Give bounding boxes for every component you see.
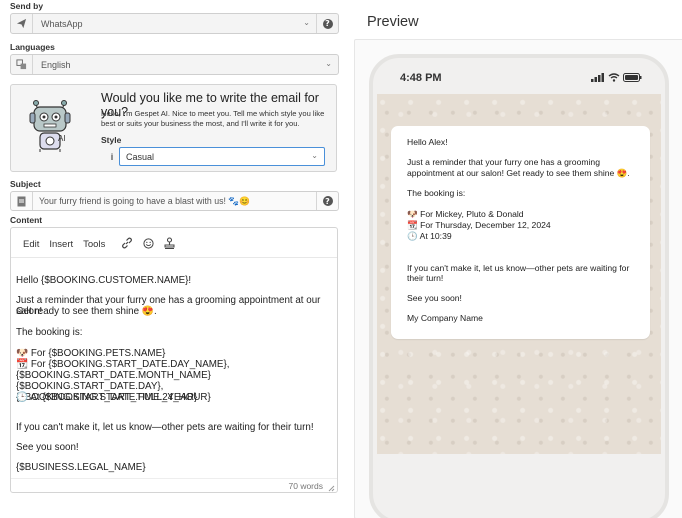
- message-line: their turn!: [407, 273, 444, 283]
- message-line: Hello Alex!: [407, 137, 448, 147]
- message-line: See you soon!: [407, 293, 462, 303]
- content-line: 🐶 For {$BOOKING.PETS.NAME}: [16, 348, 166, 359]
- message-bubble: Hello Alex! Just a reminder that your fu…: [391, 126, 650, 339]
- send-by-value: WhatsApp: [41, 18, 83, 29]
- style-label: Style: [101, 135, 122, 145]
- content-label: Content: [10, 215, 43, 225]
- link-icon[interactable]: [121, 237, 133, 252]
- style-value: Casual: [126, 151, 155, 162]
- subject-field[interactable]: Your furry friend is going to have a bla…: [10, 191, 339, 211]
- languages-select[interactable]: English ⌄: [10, 54, 339, 75]
- menu-insert[interactable]: Insert: [49, 239, 73, 250]
- status-icons: [591, 73, 642, 82]
- preview-title: Preview: [367, 14, 419, 30]
- robot-icon: AI: [26, 93, 74, 153]
- battery-icon: [623, 73, 642, 82]
- resize-handle-icon[interactable]: [328, 483, 335, 495]
- preview-frame: 4:48 PM Hello Alex! Just a reminder that…: [354, 39, 682, 518]
- content-line: 📆 For {$BOOKING.START_DATE.DAY_NAME},: [16, 359, 230, 370]
- robot-badge: AI: [58, 134, 66, 143]
- status-divider: [11, 478, 337, 479]
- subject-label: Subject: [10, 179, 41, 189]
- stamp-icon[interactable]: [164, 237, 175, 252]
- message-line: 🐶 For Mickey, Pluto & Donald: [407, 209, 524, 219]
- chevron-down-icon: ⌄: [311, 151, 318, 160]
- menu-edit[interactable]: Edit: [23, 239, 39, 250]
- message-line: appointment at our salon! Get ready to s…: [407, 168, 630, 178]
- content-line: Hello {$BOOKING.CUSTOMER.NAME}!: [16, 275, 192, 286]
- ai-writer-panel: AI Would you like me to write the email …: [10, 84, 337, 172]
- subject-value: Your furry friend is going to have a bla…: [39, 195, 251, 206]
- message-line: 🕒 At 10:39: [407, 231, 452, 241]
- document-icon: [11, 192, 33, 210]
- wifi-icon: [608, 73, 620, 82]
- content-line: See you soon!: [16, 442, 79, 453]
- message-line: My Company Name: [407, 313, 483, 323]
- signal-icon: [591, 73, 604, 82]
- emoji-icon[interactable]: [143, 237, 154, 252]
- content-line: The booking is:: [16, 327, 83, 338]
- chevron-down-icon: ⌄: [303, 18, 310, 27]
- content-line: Get ready to see them shine 😍.: [16, 306, 157, 317]
- toolbar-divider: [11, 257, 337, 258]
- paper-plane-icon: [11, 14, 33, 33]
- translate-icon: [11, 55, 33, 74]
- ai-description: Hello, I'm Gespet AI. Nice to meet you. …: [101, 109, 325, 128]
- content-editor[interactable]: Edit Insert Tools Hello {$BOOKING.CUSTOM…: [10, 227, 338, 493]
- content-line: {$BUSINESS.LEGAL_NAME}: [16, 462, 146, 473]
- subject-help-button[interactable]: ?: [316, 192, 338, 210]
- send-by-help-button[interactable]: ?: [316, 14, 338, 33]
- message-line: 📆 For Thursday, December 12, 2024: [407, 220, 551, 230]
- message-line: If you can't make it, let us know—other …: [407, 263, 630, 273]
- help-icon: ?: [322, 196, 333, 206]
- info-icon: i: [110, 152, 114, 162]
- style-select[interactable]: Casual ⌄: [119, 147, 325, 166]
- message-line: The booking is:: [407, 188, 466, 198]
- phone-notch: [457, 58, 581, 80]
- chevron-down-icon: ⌄: [325, 59, 332, 68]
- languages-label: Languages: [10, 42, 55, 52]
- status-time: 4:48 PM: [400, 72, 442, 84]
- message-line: Just a reminder that your furry one has …: [407, 157, 600, 167]
- languages-value: English: [41, 59, 71, 70]
- phone-mockup: 4:48 PM Hello Alex! Just a reminder that…: [369, 54, 669, 518]
- send-by-select[interactable]: WhatsApp ⌄ ?: [10, 13, 339, 34]
- menu-tools[interactable]: Tools: [83, 239, 105, 250]
- editor-toolbar: Edit Insert Tools: [23, 237, 175, 252]
- help-icon: ?: [322, 18, 333, 29]
- content-line: 🕒 At {$BOOKING.START_TIME.24_HOUR}: [16, 392, 211, 403]
- content-line: {$BOOKING.START_DATE.MONTH_NAME}: [16, 370, 211, 381]
- content-line: If you can't make it, let us know—other …: [16, 422, 314, 433]
- word-count: 70 words: [288, 481, 324, 491]
- send-by-label: Send by: [10, 1, 44, 11]
